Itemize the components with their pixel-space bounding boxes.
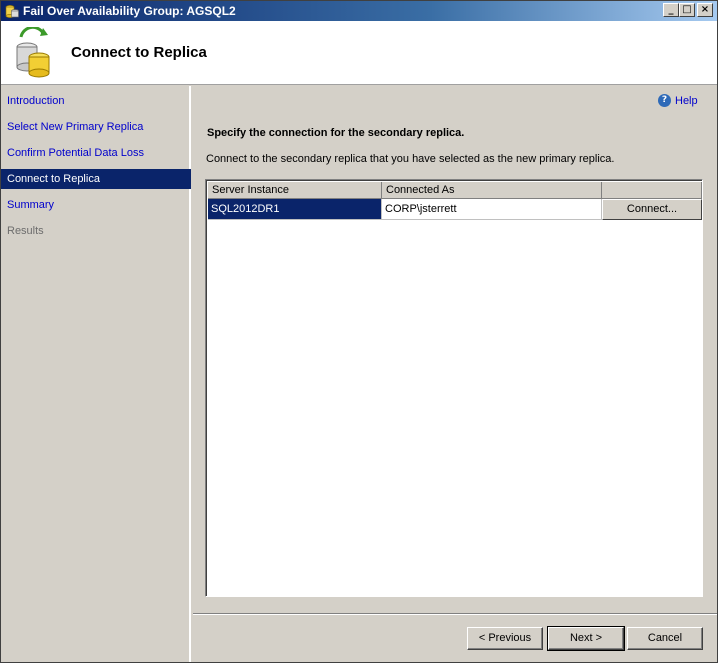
- database-wizard-icon: [16, 27, 50, 78]
- previous-button[interactable]: < Previous: [467, 627, 543, 650]
- help-icon: ?: [658, 94, 671, 107]
- close-button[interactable]: ×: [697, 3, 713, 17]
- nav-item-select-new-primary-replica[interactable]: Select New Primary Replica: [1, 117, 191, 137]
- grid-header: Server Instance Connected As: [208, 182, 702, 199]
- column-header-action: [602, 182, 702, 199]
- connect-button[interactable]: Connect...: [602, 199, 702, 220]
- title-bar[interactable]: Fail Over Availability Group: AGSQL2 _ □…: [1, 1, 717, 21]
- table-row[interactable]: SQL2012DR1 CORP\jsterrett Connect...: [208, 199, 702, 220]
- column-header-server-instance[interactable]: Server Instance: [208, 182, 382, 199]
- nav-item-summary[interactable]: Summary: [1, 195, 191, 215]
- nav-item-results: Results: [7, 225, 44, 237]
- content-panel: ? Help Specify the connection for the se…: [193, 86, 717, 662]
- column-header-connected-as[interactable]: Connected As: [382, 182, 602, 199]
- wizard-window: Fail Over Availability Group: AGSQL2 _ □…: [0, 0, 718, 663]
- next-button[interactable]: Next >: [547, 626, 625, 651]
- section-description: Connect to the secondary replica that yo…: [206, 153, 615, 165]
- wizard-header: Connect to Replica: [1, 21, 717, 85]
- nav-item-introduction[interactable]: Introduction: [1, 91, 191, 111]
- nav-item-connect-to-replica[interactable]: Connect to Replica: [1, 169, 191, 189]
- wizard-nav: Introduction Select New Primary Replica …: [1, 86, 191, 662]
- cancel-button[interactable]: Cancel: [627, 627, 703, 650]
- server-instance-cell[interactable]: SQL2012DR1: [208, 199, 382, 220]
- replica-grid: Server Instance Connected As SQL2012DR1 …: [205, 179, 703, 597]
- app-icon: [5, 5, 19, 18]
- window-title: Fail Over Availability Group: AGSQL2: [23, 4, 236, 18]
- nav-item-confirm-potential-data-loss[interactable]: Confirm Potential Data Loss: [1, 143, 191, 163]
- section-title: Specify the connection for the secondary…: [207, 127, 465, 139]
- help-label: Help: [675, 94, 698, 107]
- minimize-button[interactable]: _: [663, 3, 679, 17]
- maximize-button[interactable]: □: [679, 3, 695, 17]
- separator: [193, 613, 717, 615]
- help-link[interactable]: ? Help: [658, 94, 698, 107]
- page-title: Connect to Replica: [71, 44, 207, 61]
- connected-as-cell[interactable]: CORP\jsterrett: [382, 199, 602, 220]
